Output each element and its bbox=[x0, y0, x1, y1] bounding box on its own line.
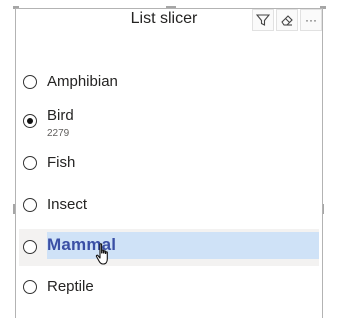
radio-button[interactable] bbox=[23, 198, 37, 212]
item-label: Fish bbox=[47, 154, 76, 171]
list-item-fish[interactable]: Fish bbox=[19, 147, 319, 181]
item-label: Amphibian bbox=[47, 73, 118, 90]
item-label: Insect bbox=[47, 196, 88, 213]
item-label: Mammal bbox=[47, 232, 319, 259]
item-count: 2279 bbox=[47, 128, 70, 139]
hand-pointer-cursor-icon bbox=[95, 242, 113, 273]
item-label: Reptile bbox=[47, 278, 94, 295]
item-label: Bird bbox=[47, 107, 74, 124]
radio-button[interactable] bbox=[23, 75, 37, 89]
list-item-bird[interactable]: Bird 2279 bbox=[19, 107, 319, 145]
slicer-item-list: Amphibian Bird 2279 Fish Insect Mammal R… bbox=[16, 9, 322, 318]
radio-button[interactable] bbox=[23, 240, 37, 254]
list-slicer-visual[interactable]: List slicer ··· Amphibian Bird 2279 Fish… bbox=[15, 8, 323, 318]
list-item-reptile[interactable]: Reptile bbox=[19, 271, 319, 305]
radio-button-selected[interactable] bbox=[23, 114, 37, 128]
radio-button[interactable] bbox=[23, 156, 37, 170]
list-item-mammal[interactable]: Mammal bbox=[19, 229, 319, 266]
list-item-insect[interactable]: Insect bbox=[19, 189, 319, 223]
radio-button[interactable] bbox=[23, 280, 37, 294]
list-item-amphibian[interactable]: Amphibian bbox=[19, 66, 319, 100]
